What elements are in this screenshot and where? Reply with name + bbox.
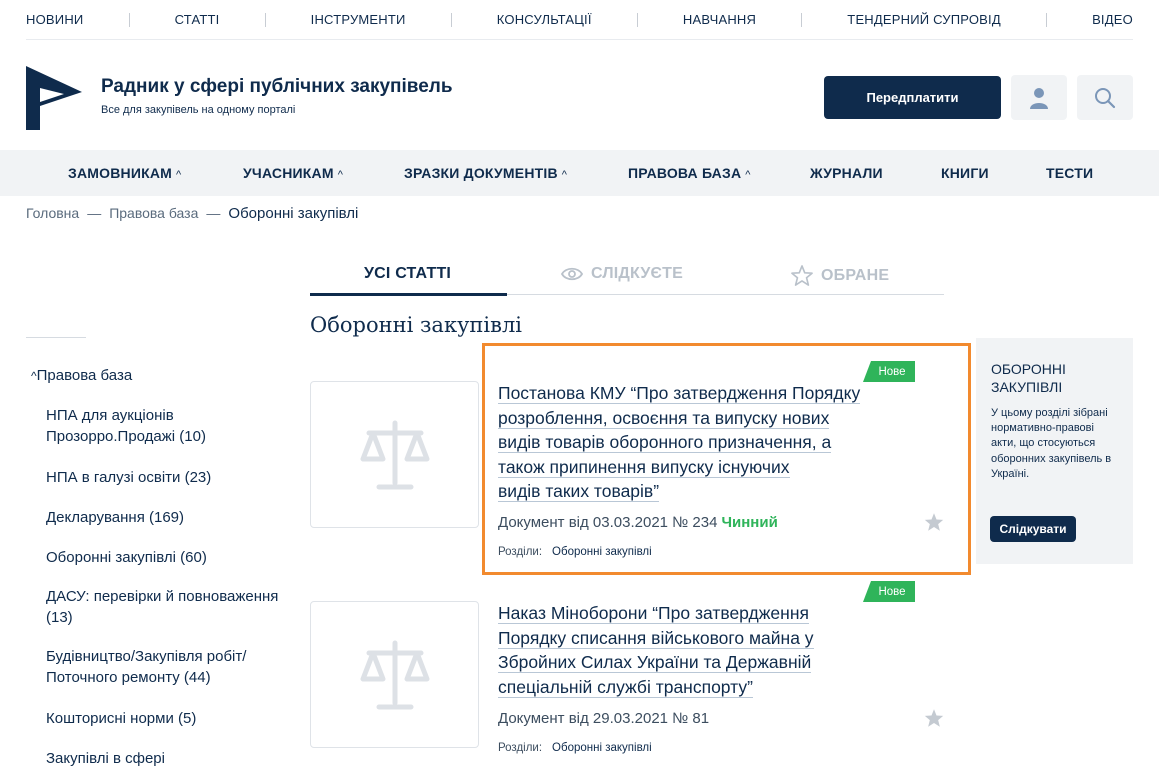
topnav-news[interactable]: НОВИНИ — [26, 12, 83, 27]
breadcrumb-parent[interactable]: Правова база — [109, 205, 198, 221]
search-icon — [1095, 87, 1116, 108]
document-info: Документ від 29.03.2021 № 81 — [498, 710, 710, 727]
article-meta: Документ від 29.03.2021 № 81 — [498, 710, 709, 727]
topnav-tools[interactable]: ІНСТРУМЕНТИ — [311, 12, 406, 27]
sections-label: Розділи: — [498, 742, 543, 754]
tab-favorites-label: ОБРАНЕ — [821, 266, 890, 284]
subscribe-button[interactable]: Передплатити — [824, 76, 1001, 119]
chevron-up-icon: ^ — [561, 169, 568, 181]
article-title[interactable]: Наказ Міноборони “Про затвердження Поряд… — [498, 601, 918, 699]
favorite-star-icon[interactable] — [924, 708, 944, 728]
follow-button[interactable]: Слідкувати — [990, 516, 1076, 542]
active-tab-indicator — [310, 293, 507, 296]
menu-customers[interactable]: ЗАМОВНИКАМ ^ — [68, 165, 181, 181]
eye-icon — [561, 267, 583, 281]
info-panel-title: ОБОРОННІ ЗАКУПІВЛІ — [991, 361, 1066, 395]
article-sections: Розділи: Оборонні закупівлі — [498, 742, 652, 754]
sidebar-item[interactable]: Оборонні закупівлі (60) — [46, 547, 286, 568]
article-title-line: Наказ Міноборони “Про затвердження — [498, 603, 809, 624]
sidebar-parent-label: Правова база — [36, 367, 133, 384]
sidebar-item[interactable]: ДАСУ: перевірки й повноваження (13) — [46, 586, 286, 628]
chevron-up-icon: ^ — [745, 169, 751, 181]
user-icon — [1030, 87, 1048, 109]
topnav-video[interactable]: ВІДЕО — [1092, 12, 1133, 27]
chevron-up-icon: ^ — [176, 169, 182, 181]
topnav-tender-support[interactable]: ТЕНДЕРНИЙ СУПРОВІД — [847, 12, 1001, 27]
scales-icon — [360, 640, 429, 709]
sidebar-item[interactable]: НПА в галузі освіти (23) — [46, 467, 286, 488]
brand-subtitle: Все для закупівель на одному порталі — [101, 104, 296, 116]
breadcrumb: Головна — Правова база — Оборонні закупівлі — [26, 205, 358, 222]
menu-tests[interactable]: ТЕСТИ — [1046, 165, 1093, 181]
sidebar-parent-legal-base[interactable]: ^Правова база — [31, 367, 132, 384]
breadcrumb-separator: — — [206, 205, 221, 221]
topnav-divider — [450, 12, 452, 27]
breadcrumb-separator: — — [87, 205, 102, 221]
star-icon — [791, 265, 813, 286]
menu-document-samples[interactable]: ЗРАЗКИ ДОКУМЕНТІВ ^ — [404, 165, 567, 181]
sidebar-item[interactable]: Декларування (169) — [46, 507, 286, 528]
sidebar-item[interactable]: Кошторисні норми (5) — [46, 708, 286, 729]
article-thumbnail[interactable] — [310, 381, 479, 528]
topnav-consultations[interactable]: КОНСУЛЬТАЦІЇ — [497, 12, 592, 27]
tab-favorites[interactable]: ОБРАНЕ — [791, 265, 889, 286]
highlight-frame — [482, 343, 971, 575]
topnav-divider — [636, 12, 638, 27]
menu-participants[interactable]: УЧАСНИКАМ ^ — [243, 165, 343, 181]
menu-label: ПРАВОВА БАЗА — [628, 165, 742, 181]
topnav-divider — [801, 12, 803, 27]
article-title-line: Порядку списання військового майна у — [498, 627, 814, 649]
article-title-line: Збройних Силах України та Державній — [498, 652, 812, 673]
tab-following-label: СЛІДКУЄТЕ — [591, 265, 683, 282]
breadcrumb-home[interactable]: Головна — [26, 205, 79, 221]
breadcrumb-current: Оборонні закупівлі — [228, 205, 359, 222]
menu-journals[interactable]: ЖУРНАЛИ — [810, 165, 883, 181]
sidebar-divider — [26, 337, 86, 338]
user-button[interactable] — [1011, 75, 1067, 120]
search-button[interactable] — [1077, 75, 1133, 120]
sidebar-item[interactable]: Закупівлі в сфері — [46, 748, 286, 768]
section-title: Оборонні закупівлі — [310, 313, 523, 337]
article-thumbnail[interactable] — [310, 601, 479, 748]
topnav-divider — [1045, 12, 1047, 27]
new-badge: Нове — [863, 581, 915, 602]
article-title-line: спеціальній службі транспорту” — [498, 676, 753, 698]
brand-title[interactable]: Радник у сфері публічних закупівель — [101, 76, 453, 98]
info-panel-text: У цьому розділі зібрані нормативно-право… — [991, 407, 1112, 480]
menu-label: УЧАСНИКАМ — [243, 165, 334, 181]
sidebar-item[interactable]: НПА для аукціонів Прозорро.Продажі (10) — [46, 405, 286, 447]
tabs: УСІ СТАТТІ СЛІДКУЄТЕ ОБРАНЕ — [310, 255, 944, 296]
chevron-up-icon: ^ — [337, 169, 344, 181]
section-info-panel: ОБОРОННІ ЗАКУПІВЛІ У цьому розділі зібра… — [976, 338, 1133, 564]
topnav-divider — [128, 12, 130, 27]
scales-icon — [360, 420, 429, 489]
topnav-training[interactable]: НАВЧАННЯ — [683, 12, 756, 27]
main-menu: ЗАМОВНИКАМ ^ УЧАСНИКАМ ^ ЗРАЗКИ ДОКУМЕНТІВ… — [0, 150, 1159, 196]
tab-following[interactable]: СЛІДКУЄТЕ — [561, 265, 683, 283]
menu-books[interactable]: КНИГИ — [941, 165, 989, 181]
site-logo[interactable] — [26, 66, 82, 130]
menu-label: ЗРАЗКИ ДОКУМЕНТІВ — [404, 165, 558, 181]
sidebar-item[interactable]: Будівництво/Закупівля робіт/ Поточного р… — [46, 646, 286, 688]
menu-legal-base[interactable]: ПРАВОВА БАЗА ^ — [628, 165, 751, 181]
tab-all-articles[interactable]: УСІ СТАТТІ — [364, 265, 451, 283]
menu-label: ЗАМОВНИКАМ — [68, 165, 173, 181]
top-nav: НОВИНИ СТАТТІ ІНСТРУМЕНТИ КОНСУЛЬТАЦІЇ Н… — [26, 0, 1133, 40]
topnav-articles[interactable]: СТАТТІ — [175, 12, 220, 27]
section-link[interactable]: Оборонні закупівлі — [552, 742, 652, 754]
topnav-divider — [264, 12, 266, 27]
